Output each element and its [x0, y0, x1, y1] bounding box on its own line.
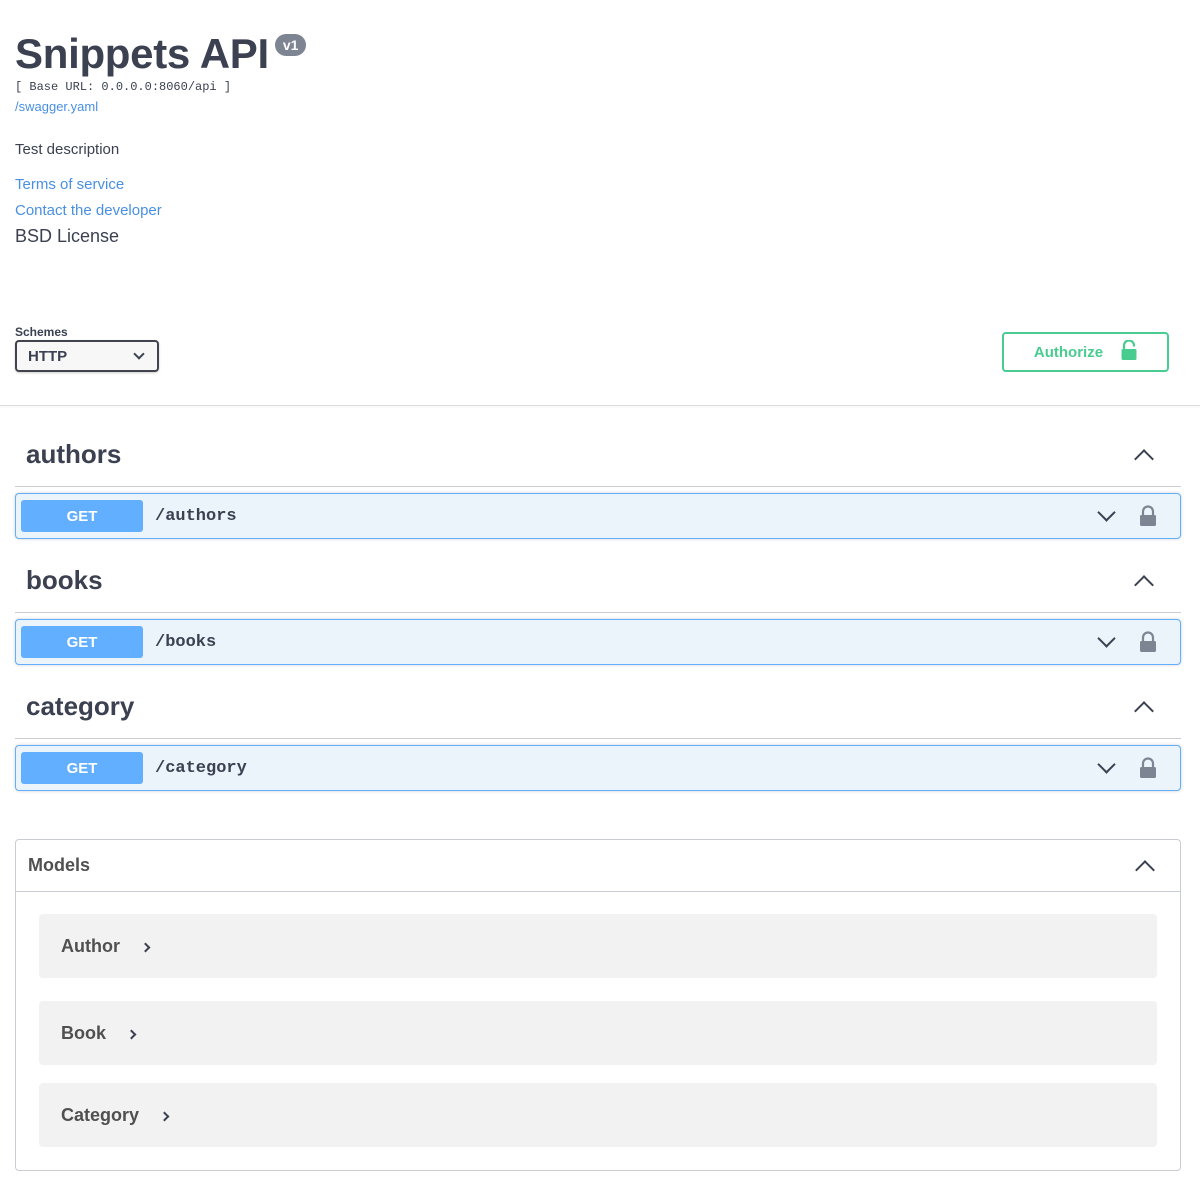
tag-header-books[interactable]: books: [15, 549, 1181, 613]
api-description: Test description: [15, 141, 120, 158]
tag-name: authors: [26, 439, 122, 469]
spec-url-link[interactable]: /swagger.yaml: [15, 99, 98, 114]
terms-of-service-link[interactable]: Terms of service: [15, 175, 1185, 195]
chevron-down-icon[interactable]: [1097, 502, 1116, 522]
model-name: Category: [61, 1104, 140, 1125]
base-url: [ Base URL: 0.0.0.0:8060/api ]: [15, 80, 232, 94]
tag-header-authors[interactable]: authors: [15, 423, 1181, 487]
operation-get-books[interactable]: GET /books: [15, 619, 1181, 665]
version-badge: v1: [274, 34, 307, 56]
chevron-down-icon: [133, 348, 145, 360]
tag-section-authors: authors GET /authors: [15, 423, 1181, 539]
operation-get-authors[interactable]: GET /authors: [15, 493, 1181, 539]
padlock-icon[interactable]: [1139, 505, 1157, 527]
models-section: Models Author Book Category: [15, 839, 1181, 1171]
operation-get-category[interactable]: GET /category: [15, 745, 1181, 791]
chevron-right-icon[interactable]: [126, 1029, 137, 1039]
operation-path: /books: [155, 632, 217, 652]
tag-name: books: [26, 565, 103, 595]
scheme-container: Schemes HTTP Authorize: [15, 325, 1185, 372]
chevron-up-icon[interactable]: [1135, 859, 1155, 880]
model-category[interactable]: Category: [39, 1083, 1157, 1147]
scheme-divider: [0, 405, 1200, 406]
method-badge: GET: [21, 752, 143, 784]
tag-section-books: books GET /books: [15, 549, 1181, 665]
chevron-right-icon[interactable]: [159, 1111, 170, 1121]
tag-header-category[interactable]: category: [15, 675, 1181, 739]
method-badge: GET: [21, 626, 143, 658]
api-info: Snippets API v1 [ Base URL: 0.0.0.0:8060…: [15, 28, 1185, 247]
operation-path: /authors: [155, 506, 237, 526]
model-name: Author: [61, 935, 120, 956]
models-header[interactable]: Models: [16, 840, 1180, 892]
operation-path: /category: [155, 758, 247, 778]
model-name: Book: [61, 1022, 106, 1043]
models-title: Models: [28, 855, 91, 875]
method-badge: GET: [21, 500, 143, 532]
tag-name: category: [26, 691, 135, 721]
chevron-up-icon[interactable]: [1134, 700, 1154, 721]
chevron-down-icon[interactable]: [1097, 628, 1116, 648]
model-author[interactable]: Author: [39, 914, 1157, 978]
authorize-button[interactable]: Authorize: [1002, 332, 1169, 372]
contact-developer-link[interactable]: Contact the developer: [15, 201, 1185, 221]
schemes-selected-value: HTTP: [28, 347, 68, 365]
padlock-icon[interactable]: [1139, 757, 1157, 779]
authorize-label: Authorize: [1033, 343, 1104, 361]
title-row: Snippets API v1: [15, 28, 1185, 80]
chevron-up-icon[interactable]: [1134, 574, 1154, 595]
chevron-right-icon[interactable]: [140, 942, 151, 952]
tag-section-category: category GET /category: [15, 675, 1181, 791]
license-text: BSD License: [15, 226, 120, 246]
chevron-up-icon[interactable]: [1134, 448, 1154, 469]
chevron-down-icon[interactable]: [1097, 754, 1116, 774]
schemes-select[interactable]: HTTP: [15, 340, 159, 372]
unlocked-padlock-icon: [1121, 339, 1137, 364]
padlock-icon[interactable]: [1139, 631, 1157, 653]
model-book[interactable]: Book: [39, 1001, 1157, 1065]
api-title: Snippets API: [15, 30, 269, 77]
